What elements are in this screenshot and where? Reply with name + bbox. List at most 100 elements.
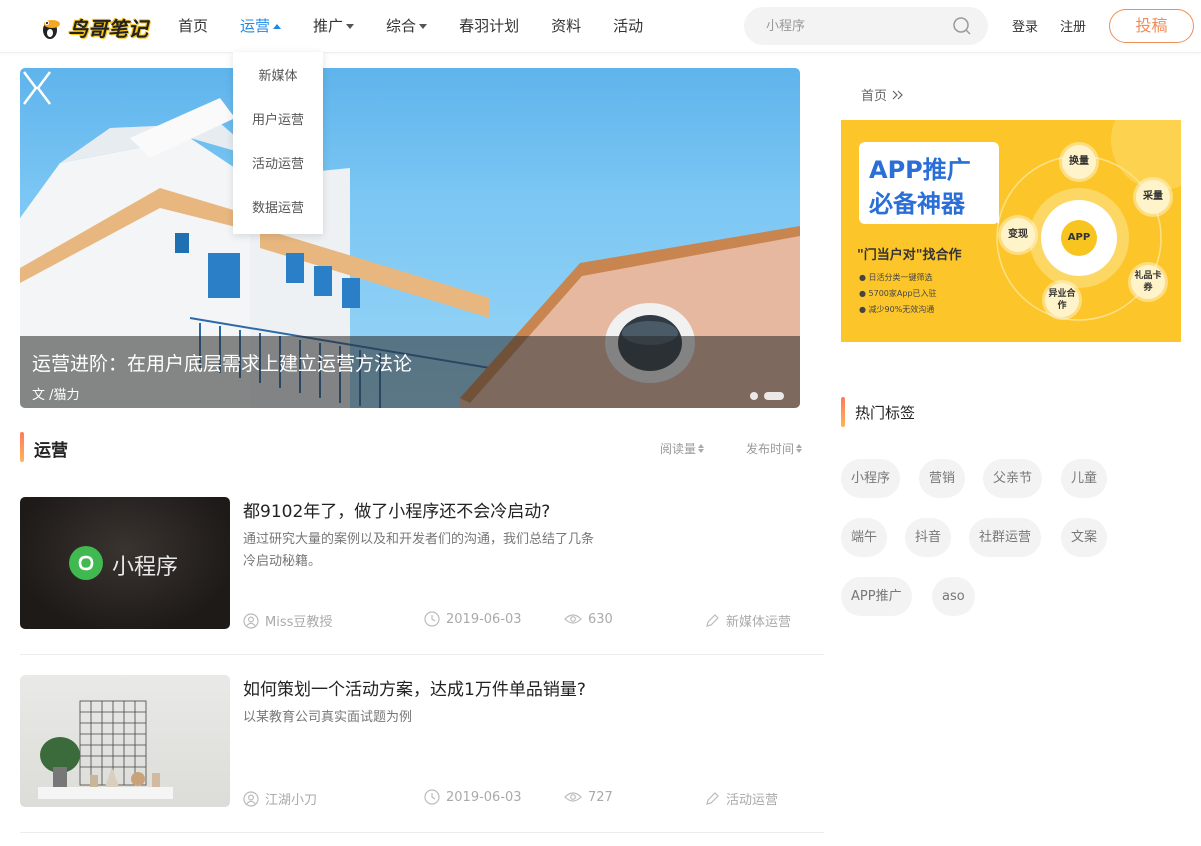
ad-bubble: 礼品卡券 (1131, 265, 1165, 299)
sort-by-views[interactable]: 阅读量 (660, 440, 705, 457)
tag-marketing[interactable]: 营销 (919, 459, 966, 498)
thumbnail-image (38, 700, 173, 799)
tag-aso[interactable]: aso (932, 577, 975, 616)
dropdown-item-new-media[interactable]: 新媒体 (233, 55, 323, 99)
eye-icon (564, 792, 582, 802)
sort-by-time[interactable]: 发布时间 (746, 440, 803, 457)
tag-fathers-day[interactable]: 父亲节 (983, 459, 1043, 498)
ad-bubble: 换量 (1062, 145, 1096, 179)
ad-bullet-text: 5700家App已入驻 (868, 289, 937, 298)
nav-events[interactable]: 活动 (597, 0, 659, 53)
register-link[interactable]: 注册 (1060, 0, 1086, 55)
tag-children[interactable]: 儿童 (1061, 459, 1108, 498)
site-logo[interactable]: 鸟哥笔记 (36, 11, 148, 43)
ad-subtitle: "门当户对"找合作 (857, 248, 962, 263)
article-title[interactable]: 如何策划一个活动方案，达成1万件单品销量? (243, 675, 586, 700)
nav-resources[interactable]: 资料 (535, 0, 597, 53)
article-views: 727 (564, 789, 613, 805)
caret-down-icon (419, 24, 428, 29)
nav-label: 活动 (613, 17, 644, 35)
carousel-dot-active[interactable] (764, 392, 784, 400)
article-category[interactable]: 新媒体运营 (704, 611, 791, 630)
ad-headline-1: APP推广 (869, 156, 971, 184)
views-count: 630 (588, 611, 613, 627)
hero-carousel[interactable]: 运营进阶：在用户底层需求上建立运营方法论 文 /猫力 (20, 68, 800, 408)
ad-headline-card: APP推广 必备神器 (859, 142, 999, 224)
nav-promotion[interactable]: 推广 (297, 0, 370, 53)
main-nav: 首页 运营 推广 综合 春羽计划 资料 活动 (162, 0, 659, 53)
ad-bubble: 异业合作 (1045, 283, 1079, 317)
nav-label: 运营 (240, 17, 271, 35)
date-text: 2019-06-03 (446, 611, 522, 627)
submit-article-button[interactable]: 投稿 (1109, 9, 1194, 43)
nav-chunyu-plan[interactable]: 春羽计划 (443, 0, 535, 53)
ad-bullet: ● 减少90%无效沟通 (859, 305, 935, 314)
clock-icon (424, 611, 440, 627)
caret-down-icon (346, 24, 355, 29)
tag-app-promotion[interactable]: APP推广 (841, 577, 912, 616)
tag-community-ops[interactable]: 社群运营 (969, 518, 1042, 557)
ad-bullet: ● 5700家App已入驻 (859, 289, 937, 298)
nav-label: 首页 (178, 17, 209, 35)
article-category[interactable]: 活动运营 (704, 789, 778, 808)
date-text: 2019-06-03 (446, 789, 522, 805)
article-thumbnail[interactable] (20, 675, 230, 807)
banner-author: 文 /猫力 (32, 388, 80, 403)
article-item[interactable]: 小程序 都9102年了，做了小程序还不会冷启动? 通过研究大量的案例以及和开发者… (20, 497, 824, 630)
user-icon (243, 612, 259, 629)
article-description: 以某教育公司真实面试题为例 (243, 710, 413, 725)
caret-up-icon (273, 24, 282, 29)
author-name: 江湖小刀 (265, 793, 318, 808)
breadcrumb-home[interactable]: 首页 (861, 85, 887, 104)
banner-title[interactable]: 运营进阶：在用户底层需求上建立运营方法论 (32, 349, 412, 376)
banner-caption: 运营进阶：在用户底层需求上建立运营方法论 文 /猫力 (20, 336, 800, 408)
nav-home[interactable]: 首页 (162, 0, 224, 53)
carousel-dot[interactable] (750, 392, 758, 400)
ad-bullet-text: 减少90%无效沟通 (868, 305, 935, 314)
article-views: 630 (564, 611, 613, 627)
qr-code-icon: APP (1061, 220, 1097, 256)
article-item[interactable]: 如何策划一个活动方案，达成1万件单品销量? 以某教育公司真实面试题为例 江湖小刀… (20, 675, 824, 808)
search-box (744, 7, 988, 45)
article-author[interactable]: Miss豆教授 (243, 611, 332, 630)
tag-mini-program[interactable]: 小程序 (841, 459, 901, 498)
category-label: 活动运营 (726, 793, 779, 808)
ad-bubble: 采量 (1136, 180, 1170, 214)
nav-label: 资料 (551, 17, 582, 35)
pencil-icon (706, 791, 719, 805)
nav-operations[interactable]: 运营 (224, 0, 297, 53)
operations-dropdown-menu: 新媒体 用户运营 活动运营 数据运营 (233, 52, 323, 234)
views-count: 727 (588, 789, 613, 805)
search-input[interactable] (766, 7, 946, 45)
login-link[interactable]: 登录 (1012, 0, 1038, 55)
section-header: 运营 阅读量 发布时间 (20, 432, 810, 462)
thumbnail-text: 小程序 (112, 555, 179, 580)
article-author[interactable]: 江湖小刀 (243, 789, 317, 808)
site-header: 鸟哥笔记 首页 运营 推广 综合 春羽计划 资料 活动 登录 注册 投稿 (0, 0, 1201, 53)
tag-copywriting[interactable]: 文案 (1061, 518, 1108, 557)
section-accent-bar (841, 397, 845, 427)
sort-icon (698, 444, 705, 453)
dropdown-item-event-ops[interactable]: 活动运营 (233, 143, 323, 187)
clock-icon (424, 789, 440, 805)
nav-general[interactable]: 综合 (370, 0, 443, 53)
tag-douyin[interactable]: 抖音 (905, 518, 952, 557)
carousel-next-arrow-icon[interactable] (20, 68, 40, 108)
breadcrumb: 首页 (861, 85, 905, 104)
ad-bubble: 变现 (1001, 218, 1035, 252)
dropdown-item-user-ops[interactable]: 用户运营 (233, 99, 323, 143)
article-thumbnail[interactable]: 小程序 (20, 497, 230, 629)
article-description: 通过研究大量的案例以及和开发者们的沟通，我们总结了几条冷启动秘籍。 (243, 532, 595, 569)
ad-bullet: ● 日活分类一键筛选 (859, 273, 933, 282)
eye-icon (564, 614, 582, 624)
article-title[interactable]: 都9102年了，做了小程序还不会冷启动? (243, 497, 550, 522)
nav-label: 春羽计划 (459, 17, 520, 35)
app-promo-ad-banner[interactable]: APP推广 必备神器 "门当户对"找合作 ● 日活分类一键筛选 ● 5700家A… (841, 120, 1181, 342)
dropdown-item-data-ops[interactable]: 数据运营 (233, 187, 323, 231)
divider (20, 654, 824, 655)
search-icon[interactable] (952, 16, 972, 36)
section-title: 运营 (34, 441, 68, 461)
tag-dragon-boat[interactable]: 端午 (841, 518, 888, 557)
nav-label: 综合 (386, 17, 417, 35)
toucan-logo-icon (36, 12, 66, 42)
